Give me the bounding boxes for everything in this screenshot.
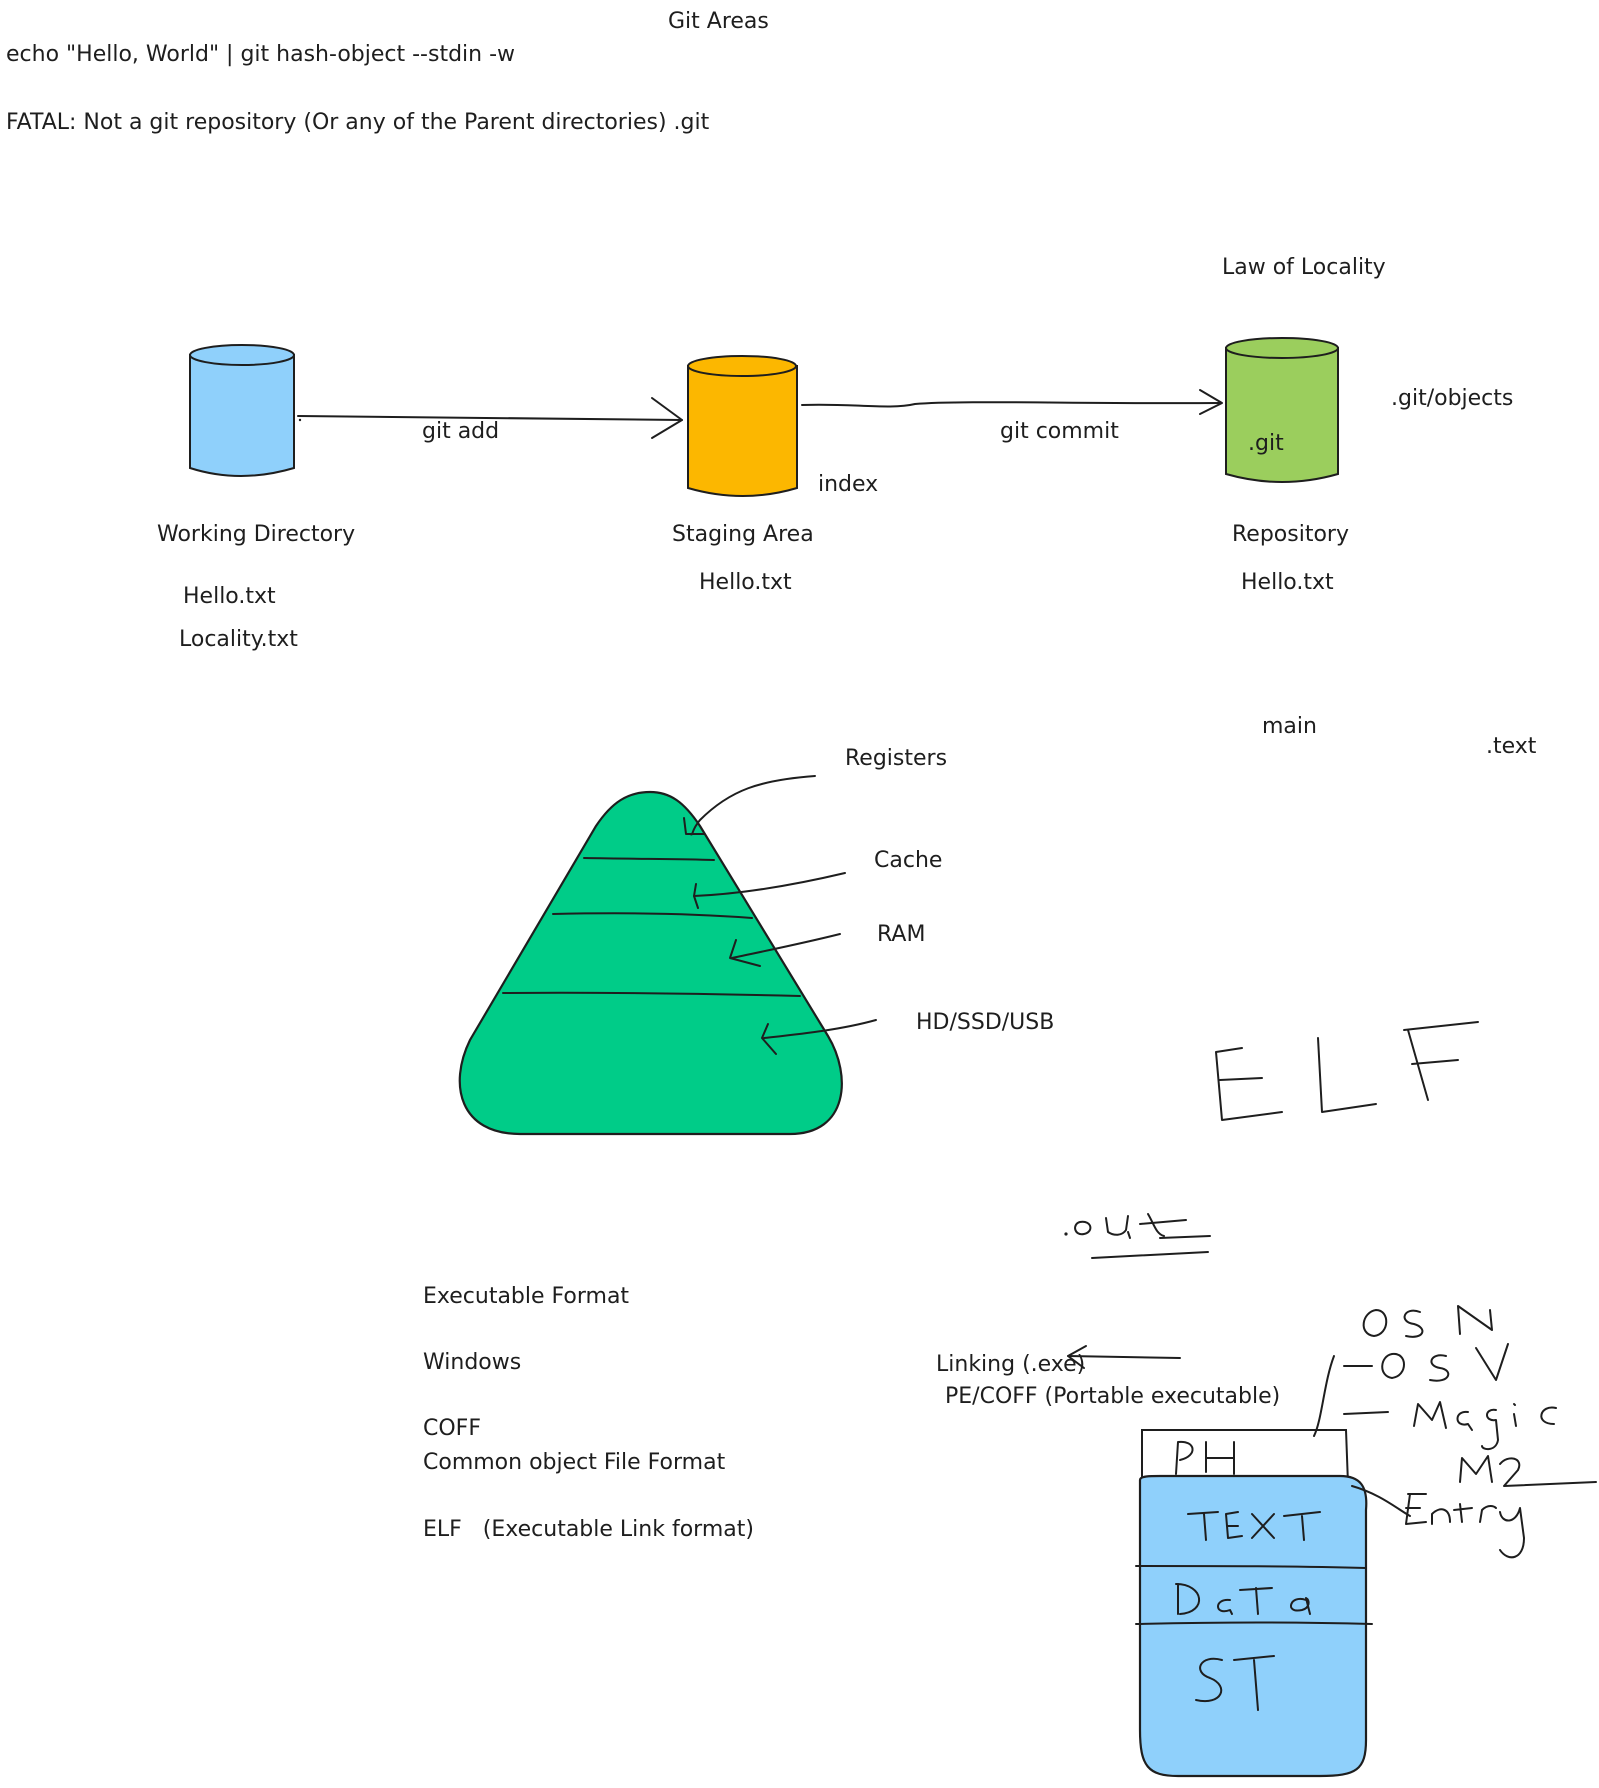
- repository-cylinder: [1225, 337, 1339, 483]
- pe-coff-label: PE/COFF (Portable executable): [945, 1384, 1281, 1409]
- memory-pyramid: [458, 790, 843, 1136]
- text-section-label: .text: [1486, 734, 1537, 759]
- working-file-hello: Hello.txt: [183, 584, 276, 609]
- executable-format-title: Executable Format: [423, 1284, 630, 1309]
- level-storage: HD/SSD/USB: [916, 1010, 1055, 1035]
- repository-file-hello: Hello.txt: [1241, 570, 1334, 595]
- level-registers: Registers: [845, 746, 948, 771]
- law-of-locality-label: Law of Locality: [1222, 255, 1386, 280]
- staging-area-label: Staging Area: [672, 522, 814, 547]
- repository-label: Repository: [1232, 522, 1349, 547]
- git-objects-path: .git/objects: [1391, 386, 1514, 411]
- elf-handwriting: [1215, 1021, 1479, 1121]
- coff-full-label: Common object File Format: [423, 1450, 726, 1475]
- level-ram: RAM: [877, 922, 926, 947]
- out-handwriting: [1064, 1213, 1211, 1259]
- working-directory-label: Working Directory: [157, 522, 356, 547]
- windows-label: Windows: [423, 1350, 522, 1375]
- staging-file-hello: Hello.txt: [699, 570, 792, 595]
- index-label: index: [818, 472, 879, 497]
- linking-label: Linking (.exe): [936, 1352, 1086, 1377]
- staging-area-cylinder: [687, 355, 798, 497]
- elf-format-label: ELF (Executable Link format): [423, 1517, 754, 1542]
- hash-object-command: echo "Hello, World" | git hash-object --…: [6, 42, 516, 67]
- git-commit-arrow: [801, 389, 1223, 415]
- elf-file-box: [1135, 1429, 1373, 1778]
- git-dir-label: .git: [1248, 431, 1284, 456]
- whiteboard-canvas: Git Areas echo "Hello, World" | git hash…: [0, 0, 1599, 1788]
- fatal-error-message: FATAL: Not a git repository (Or any of t…: [6, 110, 710, 135]
- coff-label: COFF: [423, 1416, 481, 1441]
- git-add-label: git add: [422, 419, 500, 444]
- main-label: main: [1262, 714, 1317, 739]
- working-directory-cylinder: [189, 344, 295, 477]
- git-commit-label: git commit: [1000, 419, 1119, 444]
- working-file-locality: Locality.txt: [179, 627, 298, 652]
- level-cache: Cache: [874, 848, 943, 873]
- page-title: Git Areas: [668, 9, 769, 34]
